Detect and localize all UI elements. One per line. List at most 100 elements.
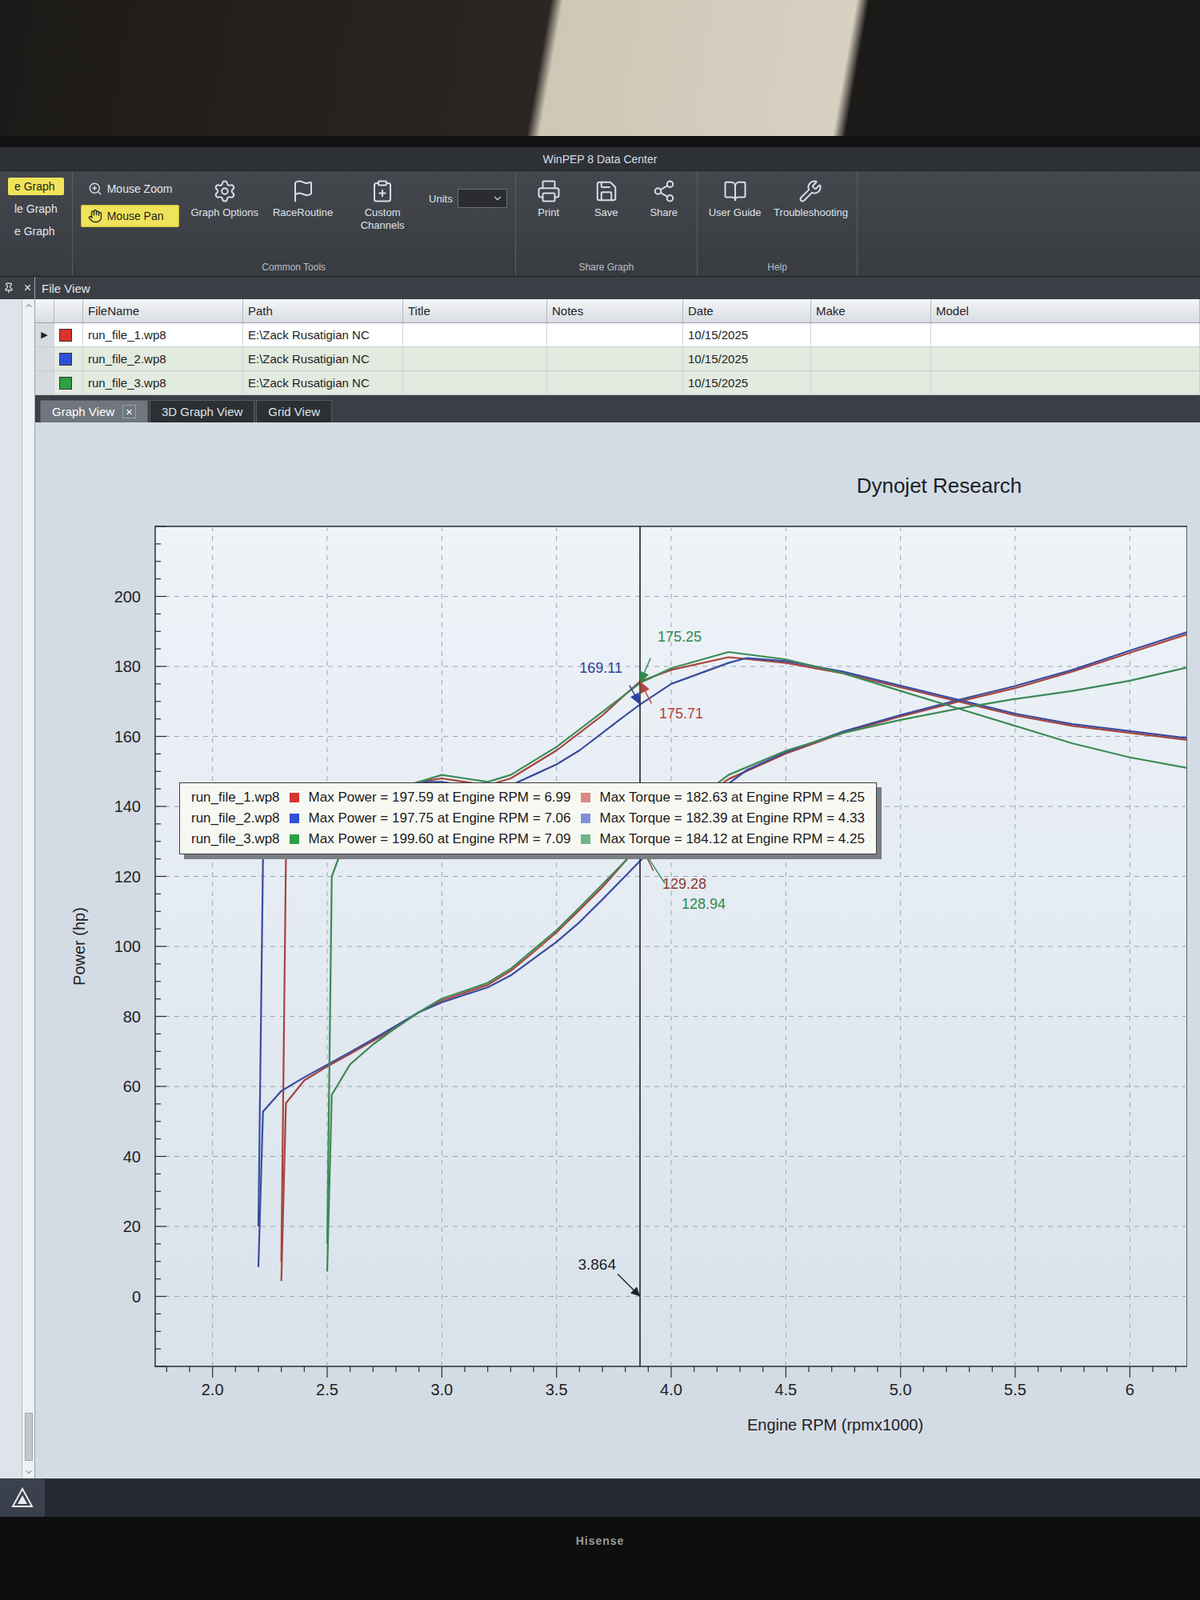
graph-mode-button[interactable]: e Graph [8,222,64,240]
group-label: Share Graph [524,258,689,273]
tab[interactable]: Graph View× [40,400,148,423]
minor-tick [441,1366,443,1378]
table-row[interactable]: run_file_2.wp8E:\Zack Rusatigian NC10/15… [35,347,1200,372]
mouse-tool-button[interactable]: Mouse Pan [80,204,180,228]
minor-tick [854,1366,856,1372]
minor-tick [1060,1366,1062,1372]
scroll-thumb[interactable] [24,1412,33,1461]
marker-arrow-icon [630,692,640,704]
legend-max-torque: Max Torque = 184.12 at Engine RPM = 4.25 [600,831,865,848]
ribbon-button[interactable]: Custom Channels [344,177,421,233]
x-tick: 2.0 [201,526,224,1399]
minor-tick [648,1366,649,1372]
minor-tick [155,648,161,650]
row-marker: ▶ [35,323,55,347]
table-header: FileNamePathTitleNotesDateMakeModel [35,299,1200,324]
legend-swatch [580,834,591,844]
table-row[interactable]: run_file_3.wp8E:\Zack Rusatigian NC10/15… [35,371,1200,396]
close-button[interactable]: × [24,280,32,296]
ribbon-button[interactable]: Graph Options [187,177,262,221]
value-marker: 175.25 [640,628,702,684]
ribbon-button[interactable]: Troubleshooting [772,177,849,221]
ribbon-button[interactable]: User Guide [705,177,765,221]
y-tick-label: 20 [123,1217,141,1236]
units-field[interactable] [457,188,508,208]
color-cell[interactable] [54,371,84,395]
table-cell [403,347,548,371]
ribbon-button[interactable]: Share [639,177,689,221]
minor-tick [487,1366,488,1372]
header-cell[interactable]: Make [811,299,932,323]
grid-line [155,1226,1188,1228]
minor-tick [372,1366,374,1372]
header-cell [35,299,55,323]
minor-tick [395,1366,396,1372]
grid-line [155,946,1188,948]
color-swatch[interactable] [59,352,72,366]
marker-leader [640,681,652,704]
start-button[interactable] [0,1479,45,1517]
mouse-tool-button[interactable]: Mouse Zoom [80,177,180,200]
cursor-label: 3.864 [577,1256,616,1273]
minor-tick [155,1365,167,1367]
chevron-down-icon [492,192,504,204]
minor-tick [808,1366,809,1372]
scrollbar[interactable] [21,299,35,1479]
row-marker [35,347,55,371]
rpm-cursor[interactable] [639,526,641,1367]
y-tick-label: 40 [123,1148,141,1166]
header-cell[interactable]: FileName [83,299,244,323]
x-tick-label: 5.0 [889,1380,912,1399]
tab[interactable]: Grid View [256,400,332,423]
minor-tick [155,1068,161,1070]
minor-tick [212,1366,213,1378]
minor-tick [155,596,167,597]
header-cell[interactable]: Model [931,299,1200,323]
dyno-chart[interactable]: Dynojet Research020406080100120140160180… [35,422,1200,1479]
grid-line [155,1156,1188,1157]
pin-icon[interactable] [3,282,15,294]
minor-tick [1152,1366,1153,1372]
graph-mode-button[interactable]: le Graph [8,200,64,218]
minor-tick [155,840,161,842]
side-panel-body [0,299,35,1479]
ribbon-button[interactable]: Save [581,177,632,221]
header-cell[interactable]: Path [243,299,404,323]
units-select[interactable]: Units [428,177,508,208]
table-row[interactable]: ▶run_file_1.wp8E:\Zack Rusatigian NC10/1… [35,323,1200,348]
y-axis-label: Power (hp) [70,907,88,986]
header-cell[interactable]: Title [403,299,548,323]
x-tick-label: 2.0 [201,1380,224,1399]
header-cell[interactable]: Notes [547,299,684,323]
marker-arrow-icon [640,671,649,684]
help-group: User GuideTroubleshootingHelp [697,171,859,276]
tab[interactable]: 3D Graph View [149,400,255,423]
grid-line [212,526,213,1367]
color-swatch[interactable] [59,328,72,342]
minor-tick [155,1243,161,1244]
header-cell[interactable]: Date [683,299,812,323]
grid-line [441,526,443,1367]
ribbon-button[interactable]: RaceRoutine [269,177,336,221]
color-cell[interactable] [54,323,84,347]
chart-canvas[interactable]: Dynojet Research020406080100120140160180… [35,422,1188,1479]
minor-tick [155,963,161,964]
y-tick: 200 [114,588,1188,606]
cursor-arrow-icon [630,1287,640,1297]
chevron-up-icon[interactable] [24,300,34,311]
tab-close-button[interactable]: × [122,404,136,419]
start-logo-icon [10,1486,35,1511]
graph-mode-button[interactable]: e Graph [8,177,64,196]
color-swatch[interactable] [59,376,72,390]
minor-tick [155,1033,161,1035]
minor-tick [155,893,161,895]
minor-tick [304,1366,305,1372]
ribbon-button[interactable]: Print [524,177,574,221]
x-tick: 5.5 [1004,526,1027,1399]
color-cell[interactable] [54,347,84,371]
minor-tick [155,928,161,930]
chevron-down-icon[interactable] [24,1467,34,1477]
y-tick-label: 180 [114,657,141,676]
minor-tick [155,1138,161,1140]
table-cell [403,371,548,395]
